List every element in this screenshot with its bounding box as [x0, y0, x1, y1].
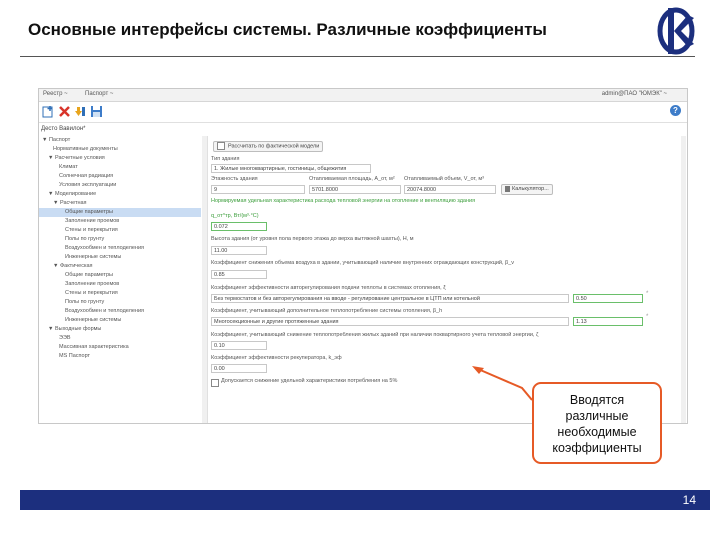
add-icon[interactable]: [42, 105, 55, 118]
tree-item[interactable]: Нормативные документы: [53, 145, 118, 154]
floors-label: Этажность здания: [211, 176, 258, 182]
floors-input[interactable]: 9: [211, 185, 305, 194]
required-mark: *: [646, 314, 649, 320]
tree-item[interactable]: Стены и перекрытия: [65, 289, 118, 298]
slide-title: Основные интерфейсы системы. Различные к…: [28, 20, 547, 39]
tree-item[interactable]: MS Паспорт: [59, 352, 90, 361]
norm-input[interactable]: 0.072: [211, 222, 267, 231]
coef-reduce-input[interactable]: 0.10: [211, 341, 267, 350]
tree-item[interactable]: Полы по грунту: [65, 235, 104, 244]
tree-item[interactable]: Полы по грунту: [65, 298, 104, 307]
delete-icon[interactable]: [58, 105, 71, 118]
company-logo-icon: [657, 7, 695, 55]
allow-reduction-label: Допускается снижение удельной характерис…: [221, 378, 398, 384]
callout-text: Вводятся различные необходимые коэффицие…: [532, 392, 662, 456]
toolbar: ?: [39, 102, 687, 123]
coef-auto-value[interactable]: 0.50: [573, 294, 643, 303]
allow-reduction-checkbox[interactable]: [211, 379, 219, 387]
callout-line: необходимые: [557, 425, 637, 439]
tree-item[interactable]: Воздухообмен и теплоделения: [65, 244, 144, 253]
menu-registry[interactable]: Реестр ~: [43, 91, 68, 97]
coef-extra-value[interactable]: 1.13: [573, 317, 643, 326]
calculator-button-label: Калькулятор...: [512, 186, 549, 192]
calc-factual-label: Рассчитать по фактической модели: [228, 143, 320, 150]
tree-item[interactable]: Заполнение проемов: [65, 280, 119, 289]
coef-extra-select[interactable]: Многосекционные и другие протяженные зда…: [211, 317, 569, 326]
save-icon[interactable]: [90, 105, 103, 118]
tree-item[interactable]: Инженерные системы: [65, 316, 121, 325]
callout-line: различные: [565, 409, 629, 423]
tree-item[interactable]: ▼ Моделирование: [48, 190, 96, 199]
tree-scrollbar[interactable]: [202, 136, 207, 423]
app-window: Реестр ~ Паспорт ~ admin@ПАО "ЮМЭК" ~ ? …: [38, 88, 688, 424]
building-type-label: Тип здания: [211, 156, 240, 162]
tree-item[interactable]: ЭЭВ: [59, 334, 71, 343]
tree-item[interactable]: Воздухообмен и теплоделения: [65, 307, 144, 316]
tree-item[interactable]: ▼ Паспорт: [42, 136, 70, 145]
building-type-select[interactable]: 1. Жилые многоквартирные, гостиницы, общ…: [211, 164, 371, 173]
coef-auto-select[interactable]: Без термостатов и без авторегулирования …: [211, 294, 569, 303]
user-menu[interactable]: admin@ПАО "ЮМЭК" ~: [602, 91, 667, 97]
navigation-tree: ▼ Паспорт Нормативные документы ▼ Расчет…: [39, 136, 208, 423]
norm-label: Нормируемая удельная характеристика расх…: [211, 198, 476, 204]
volume-label: Отапливаемый объем, V_от, м³: [404, 176, 484, 182]
tree-item[interactable]: Массивная характеристика: [59, 343, 129, 352]
coef-auto-label: Коэффициент эффективности авторегулирова…: [211, 285, 446, 291]
tree-item[interactable]: Заполнение проемов: [65, 217, 119, 226]
coef-extra-label: Коэффициент, учитывающий дополнительное …: [211, 308, 443, 314]
tree-item[interactable]: Стены и перекрытия: [65, 226, 118, 235]
tree-item[interactable]: Климат: [59, 163, 78, 172]
menu-passport[interactable]: Паспорт ~: [85, 91, 113, 97]
edit-icon[interactable]: [74, 105, 87, 118]
required-mark: *: [646, 291, 649, 297]
height-input[interactable]: 11.00: [211, 246, 267, 255]
height-label: Высота здания (от уровня пола первого эт…: [211, 236, 414, 242]
tree-item[interactable]: Условия эксплуатации: [59, 181, 116, 190]
norm-sub-label: q_от^тр, Вт/(м³·°С): [211, 213, 259, 219]
tree-item[interactable]: ▼ Расчетные условия: [48, 154, 105, 163]
tree-item-selected[interactable]: Общие параметры: [39, 208, 201, 217]
area-input[interactable]: 5701.8000: [309, 185, 401, 194]
tree-item[interactable]: Солнечная радиация: [59, 172, 113, 181]
top-menu-bar: Реестр ~ Паспорт ~ admin@ПАО "ЮМЭК" ~: [39, 89, 687, 102]
callout-line: Вводятся: [569, 393, 625, 407]
tree-item[interactable]: ▼ Расчетная: [53, 199, 87, 208]
coef-volume-label: Коэффициент снижения объема воздуха в зд…: [211, 260, 515, 266]
page-number: 14: [682, 493, 696, 507]
tree-item[interactable]: Инженерные системы: [65, 253, 121, 262]
callout-line: коэффициенты: [552, 441, 642, 455]
form-scrollbar[interactable]: [681, 136, 686, 423]
tree-item[interactable]: Общие параметры: [65, 271, 113, 280]
coef-recup-input[interactable]: 0.00: [211, 364, 267, 373]
tree-item[interactable]: ▼ Выходные формы: [48, 325, 101, 334]
coefficients-form: Рассчитать по фактической модели Тип зда…: [209, 136, 679, 423]
title-rule: [20, 56, 695, 57]
calc-factual-button[interactable]: Рассчитать по фактической модели: [213, 141, 324, 152]
calculator-button[interactable]: Калькулятор...: [501, 184, 553, 195]
coef-recup-label: Коэффициент эффективности рекуператора, …: [211, 355, 342, 361]
document-title: Десто Вавилон*: [41, 126, 86, 132]
coef-volume-input[interactable]: 0.85: [211, 270, 267, 279]
calculator-icon: [505, 185, 510, 192]
tree-item[interactable]: ▼ Фактическая: [53, 262, 93, 271]
coef-reduce-label: Коэффициент, учитывающий снижение теплоп…: [211, 332, 539, 338]
help-icon[interactable]: ?: [670, 105, 681, 116]
area-label: Отапливаемая площадь, A_от, м²: [309, 176, 395, 182]
volume-input[interactable]: 20074.8000: [404, 185, 496, 194]
footer-bar: 14: [20, 490, 710, 510]
calc-factual-checkbox[interactable]: [217, 142, 225, 150]
